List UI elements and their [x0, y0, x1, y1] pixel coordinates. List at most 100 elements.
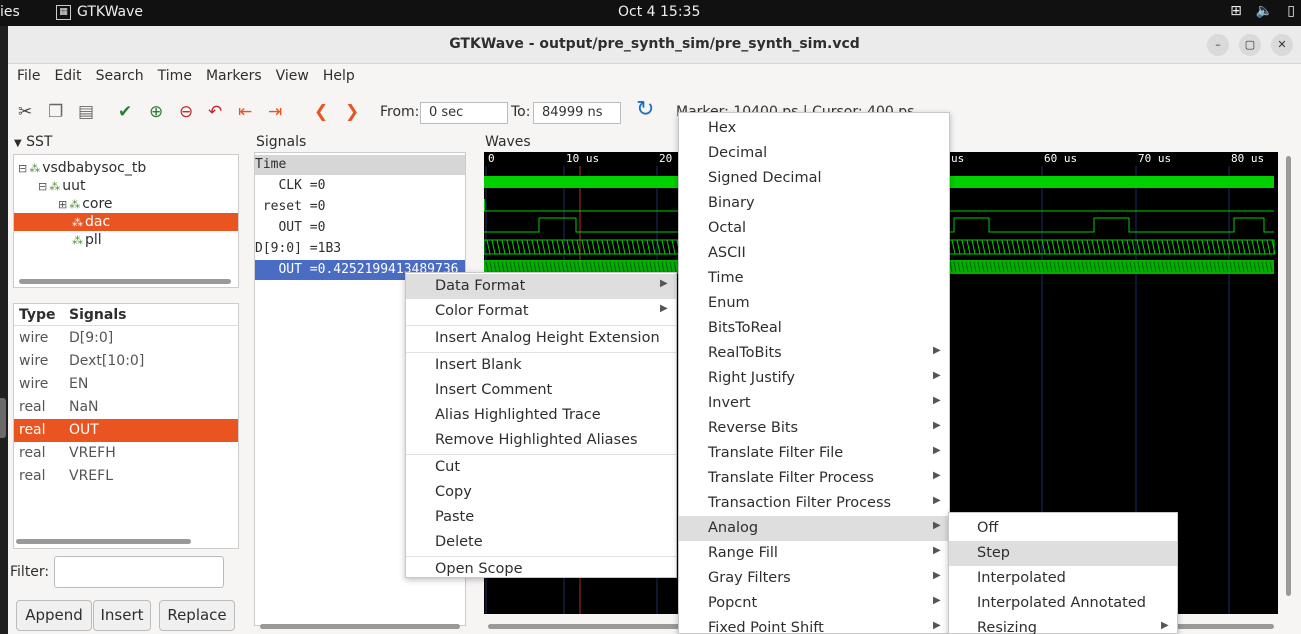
system-tray[interactable]: ⊞ 🔈 ▯ — [1230, 3, 1295, 19]
context-menu-item-color-format[interactable]: Color Format ▶ — [406, 299, 676, 324]
data-format-item-fixed-point-shift[interactable]: Fixed Point Shift ▶ — [679, 616, 949, 634]
col-signals[interactable]: Signals — [69, 307, 126, 323]
clock[interactable]: Oct 4 15:35 — [618, 4, 700, 20]
activities-button[interactable]: ies — [0, 4, 20, 20]
zoom-to-start-icon[interactable]: ⇤ — [238, 100, 252, 124]
zoom-to-end-icon[interactable]: ⇥ — [268, 100, 282, 124]
reload-icon[interactable]: ↻ — [636, 98, 654, 122]
zoom-out-icon[interactable]: ⊖ — [179, 100, 193, 124]
copy-icon[interactable]: ❐ — [48, 100, 63, 124]
data-format-item-decimal[interactable]: Decimal — [679, 141, 949, 166]
data-format-item-analog[interactable]: Analog ▶ — [679, 516, 949, 541]
filter-input[interactable] — [54, 556, 224, 588]
signal-row-selected[interactable]: real OUT — [14, 419, 238, 442]
tree-node-core[interactable]: ⊞ ⁂ core — [58, 195, 113, 213]
waves-vscrollbar[interactable] — [1286, 156, 1291, 596]
tree-node-uut[interactable]: ⊟ ⁂ uut — [38, 177, 85, 195]
data-format-item-right-justify[interactable]: Right Justify ▶ — [679, 366, 949, 391]
context-menu-item-alias-highlighted-trace[interactable]: Alias Highlighted Trace — [406, 403, 676, 428]
maximize-button[interactable]: ▢ — [1239, 34, 1261, 56]
menu-time[interactable]: Time — [151, 64, 199, 90]
data-format-item-invert[interactable]: Invert ▶ — [679, 391, 949, 416]
data-format-item-enum[interactable]: Enum — [679, 291, 949, 316]
append-button[interactable]: Append — [16, 600, 92, 631]
tree-node-pll[interactable]: ⁂ pll — [72, 231, 102, 249]
signal-line-reset[interactable]: reset =0 — [255, 197, 465, 217]
context-menu-item-data-format[interactable]: Data Format ▶ — [406, 274, 676, 299]
replace-button[interactable]: Replace — [159, 600, 235, 631]
signal-line-time[interactable]: Time — [255, 155, 465, 175]
app-menu[interactable]: ▦ GTKWave — [56, 4, 143, 20]
data-format-item-ascii[interactable]: ASCII — [679, 241, 949, 266]
analog-item-off[interactable]: Off — [949, 516, 1177, 541]
data-format-item-translate-filter-file[interactable]: Translate Filter File ▶ — [679, 441, 949, 466]
paste-icon[interactable]: ▤ — [78, 100, 94, 124]
menu-file[interactable]: File — [8, 64, 47, 90]
signals-hscrollbar[interactable] — [260, 624, 460, 629]
tree-node-vsdbabysoc-tb[interactable]: ⊟ ⁂ vsdbabysoc_tb — [18, 159, 146, 177]
signal-row[interactable]: wire EN — [14, 373, 238, 396]
col-type[interactable]: Type — [19, 307, 56, 323]
tree-collapse-icon[interactable]: ⊟ — [18, 162, 27, 175]
data-format-item-reverse-bits[interactable]: Reverse Bits ▶ — [679, 416, 949, 441]
menu-help[interactable]: Help — [316, 64, 362, 90]
network-icon: ⊞ — [1230, 3, 1242, 19]
data-format-item-signed-decimal[interactable]: Signed Decimal — [679, 166, 949, 191]
signal-row[interactable]: wire Dext[10:0] — [14, 350, 238, 373]
context-menu-item-delete[interactable]: Delete — [406, 530, 676, 555]
tree-node-dac[interactable]: ⁂ dac — [14, 213, 238, 231]
to-input[interactable]: 84999 ns — [533, 102, 621, 124]
context-menu-item-open-scope[interactable]: Open Scope — [406, 557, 676, 582]
data-format-item-popcnt[interactable]: Popcnt ▶ — [679, 591, 949, 616]
signal-list-scrollbar[interactable] — [16, 539, 191, 544]
undo-zoom-icon[interactable]: ↶ — [208, 100, 222, 124]
cut-icon[interactable]: ✂ — [18, 100, 32, 124]
data-format-item-range-fill[interactable]: Range Fill ▶ — [679, 541, 949, 566]
analog-item-interpolated-annotated[interactable]: Interpolated Annotated — [949, 591, 1177, 616]
data-format-item-realtobits[interactable]: RealToBits ▶ — [679, 341, 949, 366]
signal-row[interactable]: wire D[9:0] — [14, 327, 238, 350]
tree-expand-icon[interactable]: ⊞ — [58, 198, 67, 211]
sst-scrollbar[interactable] — [19, 279, 231, 284]
zoom-fit-icon[interactable]: ✔ — [118, 100, 132, 124]
from-input[interactable]: 0 sec — [420, 102, 508, 124]
signal-line-clk[interactable]: CLK =0 — [255, 176, 465, 196]
signal-row[interactable]: real NaN — [14, 396, 238, 419]
context-menu-item-insert-analog-height-extension[interactable]: Insert Analog Height Extension — [406, 326, 676, 351]
signal-line-out[interactable]: OUT =0 — [255, 218, 465, 238]
tree-collapse-icon[interactable]: ⊟ — [38, 180, 47, 193]
insert-button[interactable]: Insert — [93, 600, 151, 631]
analog-item-step[interactable]: Step — [949, 541, 1177, 566]
context-menu-item-remove-highlighted-aliases[interactable]: Remove Highlighted Aliases — [406, 428, 676, 453]
close-button[interactable]: ✕ — [1271, 34, 1293, 56]
menu-search[interactable]: Search — [89, 64, 151, 90]
sst-expander[interactable]: ▼ SST — [14, 134, 52, 150]
analog-item-interpolated[interactable]: Interpolated — [949, 566, 1177, 591]
find-next-edge-icon[interactable]: ❯ — [345, 100, 359, 124]
data-format-item-transaction-filter-process[interactable]: Transaction Filter Process ▶ — [679, 491, 949, 516]
context-menu-item-copy[interactable]: Copy — [406, 480, 676, 505]
data-format-item-octal[interactable]: Octal — [679, 216, 949, 241]
menu-markers[interactable]: Markers — [199, 64, 269, 90]
data-format-item-hex[interactable]: Hex — [679, 116, 949, 141]
minimize-button[interactable]: – — [1207, 34, 1229, 56]
zoom-in-icon[interactable]: ⊕ — [149, 100, 163, 124]
data-format-item-translate-filter-process[interactable]: Translate Filter Process ▶ — [679, 466, 949, 491]
d-bus-transition — [1046, 239, 1051, 255]
analog-item-resizing[interactable]: Resizing ▶ — [949, 616, 1177, 634]
signal-row[interactable]: real VREFL — [14, 465, 238, 488]
signal-row[interactable]: real VREFH — [14, 442, 238, 465]
context-menu-item-cut[interactable]: Cut — [406, 455, 676, 480]
menu-edit[interactable]: Edit — [47, 64, 88, 90]
titlebar[interactable]: GTKWave - output/pre_synth_sim/pre_synth… — [8, 26, 1301, 64]
data-format-item-time[interactable]: Time — [679, 266, 949, 291]
context-menu-item-insert-comment[interactable]: Insert Comment — [406, 378, 676, 403]
data-format-item-bitstoreal[interactable]: BitsToReal — [679, 316, 949, 341]
context-menu-item-paste[interactable]: Paste — [406, 505, 676, 530]
find-previous-edge-icon[interactable]: ❮ — [314, 100, 328, 124]
context-menu-item-insert-blank[interactable]: Insert Blank — [406, 353, 676, 378]
data-format-item-gray-filters[interactable]: Gray Filters ▶ — [679, 566, 949, 591]
signal-line-d[interactable]: D[9:0] =1B3 — [255, 239, 465, 259]
data-format-item-binary[interactable]: Binary — [679, 191, 949, 216]
menu-view[interactable]: View — [269, 64, 316, 90]
